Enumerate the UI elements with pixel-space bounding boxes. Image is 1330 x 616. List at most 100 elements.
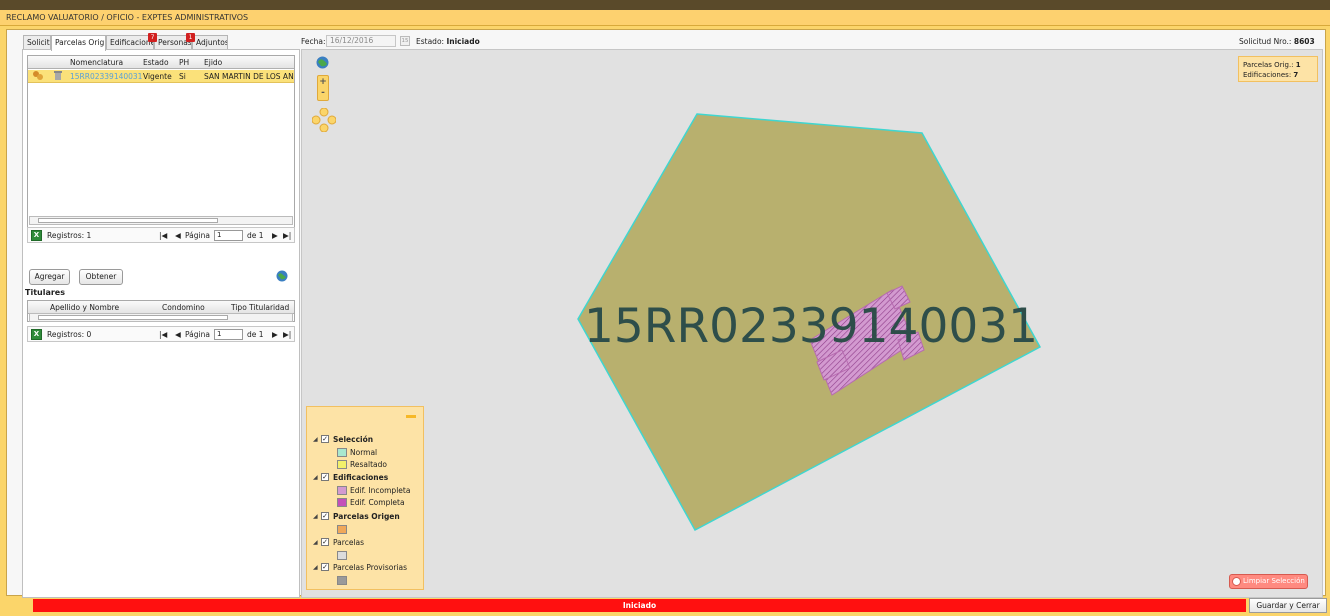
col-ph[interactable]: PH xyxy=(179,58,189,67)
swatch-normal xyxy=(337,448,347,457)
agregar-button[interactable]: Agregar xyxy=(29,269,70,285)
de-label: de 1 xyxy=(247,231,264,240)
titulares-heading: Titulares xyxy=(25,288,65,297)
window-title-bar: RECLAMO VALUATORIO / OFICIO - EXPTES ADM… xyxy=(0,10,1330,26)
legend-group-edificaciones: Edificaciones xyxy=(333,473,389,482)
calendar-icon[interactable]: 15 xyxy=(400,36,410,46)
next-page-icon[interactable]: ▶ xyxy=(272,330,278,339)
map-svg[interactable]: 15RR02339140031 xyxy=(302,50,1323,598)
map-legend: ◢ ✓ Selección Normal Resaltado ◢ ✓ Edifi… xyxy=(306,406,424,590)
zoom-out-button[interactable]: - xyxy=(318,88,328,100)
seleccion-checkbox[interactable]: ✓ xyxy=(321,435,329,443)
expand-parcelas-icon[interactable]: ◢ xyxy=(313,539,318,546)
legend-normal: Normal xyxy=(350,448,378,457)
cell-nomenclatura[interactable]: 15RR02339140031 xyxy=(70,72,142,81)
map-canvas[interactable]: 15RR02339140031 Parcelas Orig.: 1 Edific… xyxy=(301,49,1323,598)
pan-control[interactable] xyxy=(311,107,337,133)
col-condomino[interactable]: Condomino xyxy=(162,303,205,312)
swatch-edif-completa xyxy=(337,498,347,507)
page-input[interactable]: 1 xyxy=(214,230,243,241)
parcelas-pager: X Registros: 1 |◀ ◀ Página 1 de 1 ▶ ▶| xyxy=(27,227,295,243)
excel-export-icon[interactable]: X xyxy=(31,230,42,241)
last-page-icon[interactable]: ▶| xyxy=(283,231,291,240)
last-page-icon[interactable]: ▶| xyxy=(283,330,291,339)
zoom-control: + - xyxy=(317,75,329,101)
estado-value: Iniciado xyxy=(446,37,480,46)
fecha-label: Fecha: xyxy=(301,37,326,46)
col-nomenclatura[interactable]: Nomenclatura xyxy=(70,58,123,67)
legend-group-seleccion: Selección xyxy=(333,435,374,444)
titulares-grid: Apellido y Nombre Condomino Tipo Titular… xyxy=(27,300,295,322)
prev-page-icon[interactable]: ◀ xyxy=(175,330,181,339)
tab-edificaciones[interactable]: Edificaciones xyxy=(106,35,154,50)
de-label: de 1 xyxy=(247,330,264,339)
globe-icon[interactable] xyxy=(276,270,288,282)
titulares-registros: Registros: 0 xyxy=(47,330,92,339)
parcelas-grid: Nomenclatura Estado PH Ejido 15RR0233914… xyxy=(27,55,295,241)
legend-resaltado: Resaltado xyxy=(350,460,387,469)
expand-parcelas-provisorias-icon[interactable]: ◢ xyxy=(313,564,318,571)
parcelas-registros: Registros: 1 xyxy=(47,231,92,240)
cell-estado: Vigente xyxy=(143,72,172,81)
top-strip xyxy=(0,0,1330,10)
titulares-pager: X Registros: 0 |◀ ◀ Página 1 de 1 ▶ ▶| xyxy=(27,326,295,342)
status-bar: Iniciado xyxy=(33,599,1246,612)
parcelas-hscrollbar[interactable] xyxy=(29,216,293,225)
delete-parcel-icon[interactable] xyxy=(53,70,63,81)
parcelas-origen-checkbox[interactable]: ✓ xyxy=(321,512,329,520)
cell-ph: Si xyxy=(179,72,186,81)
legend-edif-incompleta: Edif. Incompleta xyxy=(350,486,411,495)
first-page-icon[interactable]: |◀ xyxy=(159,330,167,339)
parcelas-provisorias-checkbox[interactable]: ✓ xyxy=(321,563,329,571)
edificaciones-checkbox[interactable]: ✓ xyxy=(321,473,329,481)
guardar-cerrar-button[interactable]: Guardar y Cerrar xyxy=(1249,598,1327,613)
expand-parcelas-origen-icon[interactable]: ◢ xyxy=(313,513,318,520)
solicitud-label: Solicitud Nro.: xyxy=(1239,37,1292,46)
expand-edificaciones-icon[interactable]: ◢ xyxy=(313,474,318,481)
globe-icon[interactable] xyxy=(316,56,329,69)
swatch-edif-incompleta xyxy=(337,486,347,495)
first-page-icon[interactable]: |◀ xyxy=(159,231,167,240)
tab-solicitud[interactable]: Solicitu xyxy=(23,35,51,50)
tab-parcelas-orig[interactable]: Parcelas Orig. xyxy=(51,35,106,51)
page-input[interactable]: 1 xyxy=(214,329,243,340)
tab-adjuntos[interactable]: Adjuntos xyxy=(192,35,228,50)
swatch-parcelas-origen xyxy=(337,525,347,534)
zoom-in-button[interactable]: + xyxy=(318,76,328,88)
col-apellido-nombre[interactable]: Apellido y Nombre xyxy=(50,303,119,312)
excel-export-icon[interactable]: X xyxy=(31,329,42,340)
clear-icon xyxy=(1232,577,1241,586)
collapse-legend-icon[interactable] xyxy=(406,415,416,418)
titulares-hscrollbar[interactable] xyxy=(29,313,293,322)
next-page-icon[interactable]: ▶ xyxy=(272,231,278,240)
expand-seleccion-icon[interactable]: ◢ xyxy=(313,436,318,443)
col-estado[interactable]: Estado xyxy=(143,58,169,67)
edificaciones-count-badge: 7 xyxy=(148,33,157,42)
edit-parcel-icon[interactable] xyxy=(32,70,44,81)
pagina-label: Página xyxy=(185,231,210,240)
solicitud-number: Solicitud Nro.: 8603 xyxy=(1239,37,1315,46)
legend-edif-completa: Edif. Completa xyxy=(350,498,405,507)
fecha-field[interactable]: 16/12/2016 xyxy=(326,35,396,47)
solicitud-value: 8603 xyxy=(1293,37,1315,46)
prev-page-icon[interactable]: ◀ xyxy=(175,231,181,240)
pagina-label: Página xyxy=(185,330,210,339)
estado-indicator: Estado: Iniciado xyxy=(416,37,480,46)
legend-group-parcelas: Parcelas xyxy=(333,538,365,547)
parcel-label: 15RR02339140031 xyxy=(584,299,1038,354)
cell-ejido: SAN MARTIN DE LOS ANI xyxy=(204,72,294,81)
map-info-box: Parcelas Orig.: 1 Edificaciones: 7 xyxy=(1238,56,1318,82)
obtener-button[interactable]: Obtener xyxy=(79,269,123,285)
legend-group-parcelas-origen: Parcelas Origen xyxy=(333,512,400,521)
col-tipo-titularidad[interactable]: Tipo Titularidad xyxy=(231,303,289,312)
swatch-parcelas xyxy=(337,551,347,560)
table-row[interactable]: 15RR02339140031 Vigente Si SAN MARTIN DE… xyxy=(28,70,294,83)
info-parcelas: Parcelas Orig.: 1 xyxy=(1243,61,1301,69)
col-ejido[interactable]: Ejido xyxy=(204,58,222,67)
legend-group-parcelas-provisorias: Parcelas Provisorias xyxy=(333,563,407,572)
personas-count-badge: 1 xyxy=(186,33,195,42)
swatch-parcelas-provisorias xyxy=(337,576,347,585)
parcelas-checkbox[interactable]: ✓ xyxy=(321,538,329,546)
info-edificaciones: Edificaciones: 7 xyxy=(1243,71,1299,79)
window-title: RECLAMO VALUATORIO / OFICIO - EXPTES ADM… xyxy=(6,13,249,22)
